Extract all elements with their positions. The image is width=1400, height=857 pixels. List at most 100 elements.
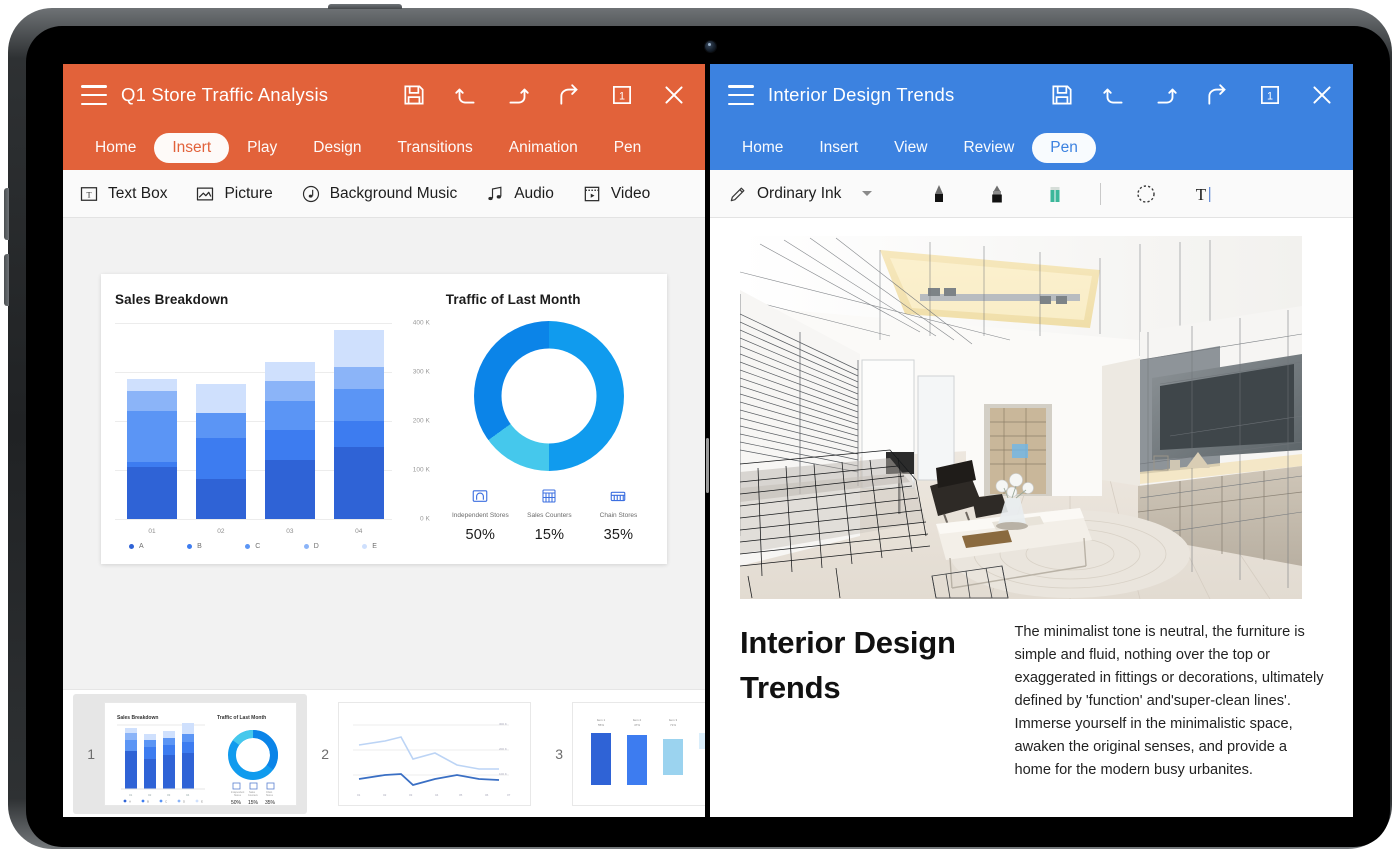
share-icon[interactable] (1205, 82, 1231, 108)
tab-transitions[interactable]: Transitions (380, 133, 491, 163)
xtick-03: 03 (286, 527, 294, 535)
bar-segment-04-D (333, 366, 384, 389)
legend-label-E: E (372, 542, 377, 550)
right-slide-title: Interior Design Trends (740, 625, 956, 705)
tab-home[interactable]: Home (77, 133, 154, 163)
legend-label-A: A (139, 542, 144, 550)
ribbon-picture[interactable]: Picture (195, 184, 273, 204)
tab-home[interactable]: Home (724, 133, 801, 163)
kpi-independent-value: 50% (465, 526, 496, 543)
slide-editor-canvas[interactable]: Sales Breakdown 400 K 300 K 200 K 100 K … (101, 273, 667, 564)
bar-segment-04-C (333, 388, 384, 421)
redo-icon[interactable] (505, 82, 531, 108)
legend-item-C: C (245, 543, 260, 550)
legend-item-A: A (129, 543, 144, 550)
thumb-1-graphic: Sales Breakdown Traffic of Last Month 01… (105, 702, 296, 806)
xtick-04: 04 (355, 527, 363, 535)
right-slide-canvas[interactable]: Interior Design Trends The minimalist to… (710, 218, 1353, 817)
tab-view[interactable]: View (876, 133, 945, 163)
split-view-drag-handle[interactable] (706, 438, 709, 493)
left-header-actions: 1 (401, 82, 687, 108)
page-count-icon[interactable]: 1 (1257, 82, 1283, 108)
slide-thumbnail-strip[interactable]: 1 Sales Breakdown Traffic of Last Month (63, 689, 705, 817)
donut-wrapper (446, 320, 653, 471)
save-icon[interactable] (1049, 82, 1075, 108)
tab-insert[interactable]: Insert (801, 133, 876, 163)
close-icon[interactable] (1309, 82, 1335, 108)
close-icon[interactable] (661, 82, 687, 108)
svg-text:01: 01 (129, 793, 133, 797)
tab-animation[interactable]: Animation (491, 133, 596, 163)
donut-ring (474, 320, 625, 471)
hamburger-icon[interactable] (81, 85, 107, 105)
svg-text:Sales Breakdown: Sales Breakdown (117, 715, 158, 721)
pen-style-selector[interactable]: Ordinary Ink (728, 184, 873, 204)
sales-breakdown-title: Sales Breakdown (115, 291, 229, 307)
ribbon-text-box[interactable]: T Text Box (79, 184, 167, 204)
tab-insert[interactable]: Insert (154, 133, 230, 163)
tab-review[interactable]: Review (945, 133, 1032, 163)
legend-item-E: E (362, 543, 377, 550)
svg-text:Counters: Counters (248, 794, 259, 797)
bar-segment-04-E (333, 329, 384, 367)
ribbon-background-music[interactable]: Background Music (301, 184, 457, 204)
front-camera (705, 41, 716, 52)
right-titlebar: Interior Design Trends 1 (710, 64, 1353, 126)
ribbon-audio[interactable]: Audio (485, 184, 554, 204)
marker-tool-icon[interactable] (968, 177, 1026, 211)
tab-design[interactable]: Design (295, 133, 379, 163)
pencil-tool-icon[interactable] (910, 177, 968, 211)
tab-pen[interactable]: Pen (1032, 133, 1096, 163)
slide-thumbnail-2[interactable]: 2 300 K 200 K 100 K 01 02 03 04 05 06 07 (307, 694, 541, 814)
svg-text:Stores: Stores (266, 794, 274, 797)
lasso-select-icon[interactable] (1117, 177, 1175, 211)
right-slide-body: The minimalist tone is neutral, the furn… (1014, 624, 1324, 779)
pencil-icon (728, 184, 748, 204)
legend-label-D: D (313, 542, 319, 550)
legend-swatch-C (245, 543, 251, 549)
left-titlebar: Q1 Store Traffic Analysis 1 (63, 64, 705, 126)
hamburger-icon[interactable] (728, 85, 754, 105)
tab-play[interactable]: Play (229, 133, 295, 163)
svg-text:Stores: Stores (234, 794, 242, 797)
eraser-tool-icon[interactable] (1026, 177, 1084, 211)
bar-segment-01-D (127, 391, 177, 411)
slide-thumbnail-1[interactable]: 1 Sales Breakdown Traffic of Last Month (73, 693, 307, 814)
svg-text:02: 02 (148, 793, 152, 797)
independent-store-icon (471, 487, 489, 505)
caret-down-icon[interactable] (862, 191, 873, 196)
left-app-window: Q1 Store Traffic Analysis 1 Home Insert … (63, 64, 705, 817)
redo-icon[interactable] (1153, 82, 1179, 108)
save-icon[interactable] (401, 82, 427, 108)
svg-text:03: 03 (167, 793, 171, 797)
undo-icon[interactable] (453, 82, 479, 108)
svg-text:300 K: 300 K (499, 722, 507, 726)
volume-down-button[interactable] (4, 254, 9, 306)
left-tab-bar: Home Insert Play Design Transitions Anim… (63, 126, 705, 170)
text-tool-icon[interactable]: T (1175, 177, 1233, 211)
sales-counter-icon (540, 487, 558, 505)
undo-icon[interactable] (1101, 82, 1127, 108)
svg-text:15%: 15% (248, 800, 259, 806)
video-icon (582, 184, 602, 204)
svg-text:47%: 47% (634, 723, 640, 727)
ribbon-video[interactable]: Video (582, 184, 650, 204)
bar-segment-01-A (127, 467, 177, 519)
tab-pen[interactable]: Pen (596, 133, 660, 163)
svg-text:04: 04 (186, 793, 190, 797)
left-app-header: Q1 Store Traffic Analysis 1 Home Insert … (63, 64, 705, 170)
volume-up-button[interactable] (4, 188, 9, 240)
ribbon-text-box-label: Text Box (108, 184, 168, 202)
svg-text:1: 1 (619, 90, 625, 102)
slide-thumbnail-3[interactable]: 3 Item 155% Item 247% Item 371% Item 418… (541, 694, 705, 814)
svg-text:1: 1 (1267, 90, 1273, 102)
bar-chart-legend: A B C D E (115, 543, 383, 550)
page-count-icon[interactable]: 1 (609, 82, 635, 108)
bar-segment-03-C (264, 400, 315, 431)
xtick-02: 02 (217, 527, 225, 535)
donut-kpi-row: Independent Stores 50% Sales Counters 15… (446, 487, 653, 543)
slide-canvas-area[interactable]: Sales Breakdown 400 K 300 K 200 K 100 K … (63, 218, 705, 689)
share-icon[interactable] (557, 82, 583, 108)
legend-swatch-E (362, 543, 368, 549)
power-button[interactable] (328, 4, 402, 9)
